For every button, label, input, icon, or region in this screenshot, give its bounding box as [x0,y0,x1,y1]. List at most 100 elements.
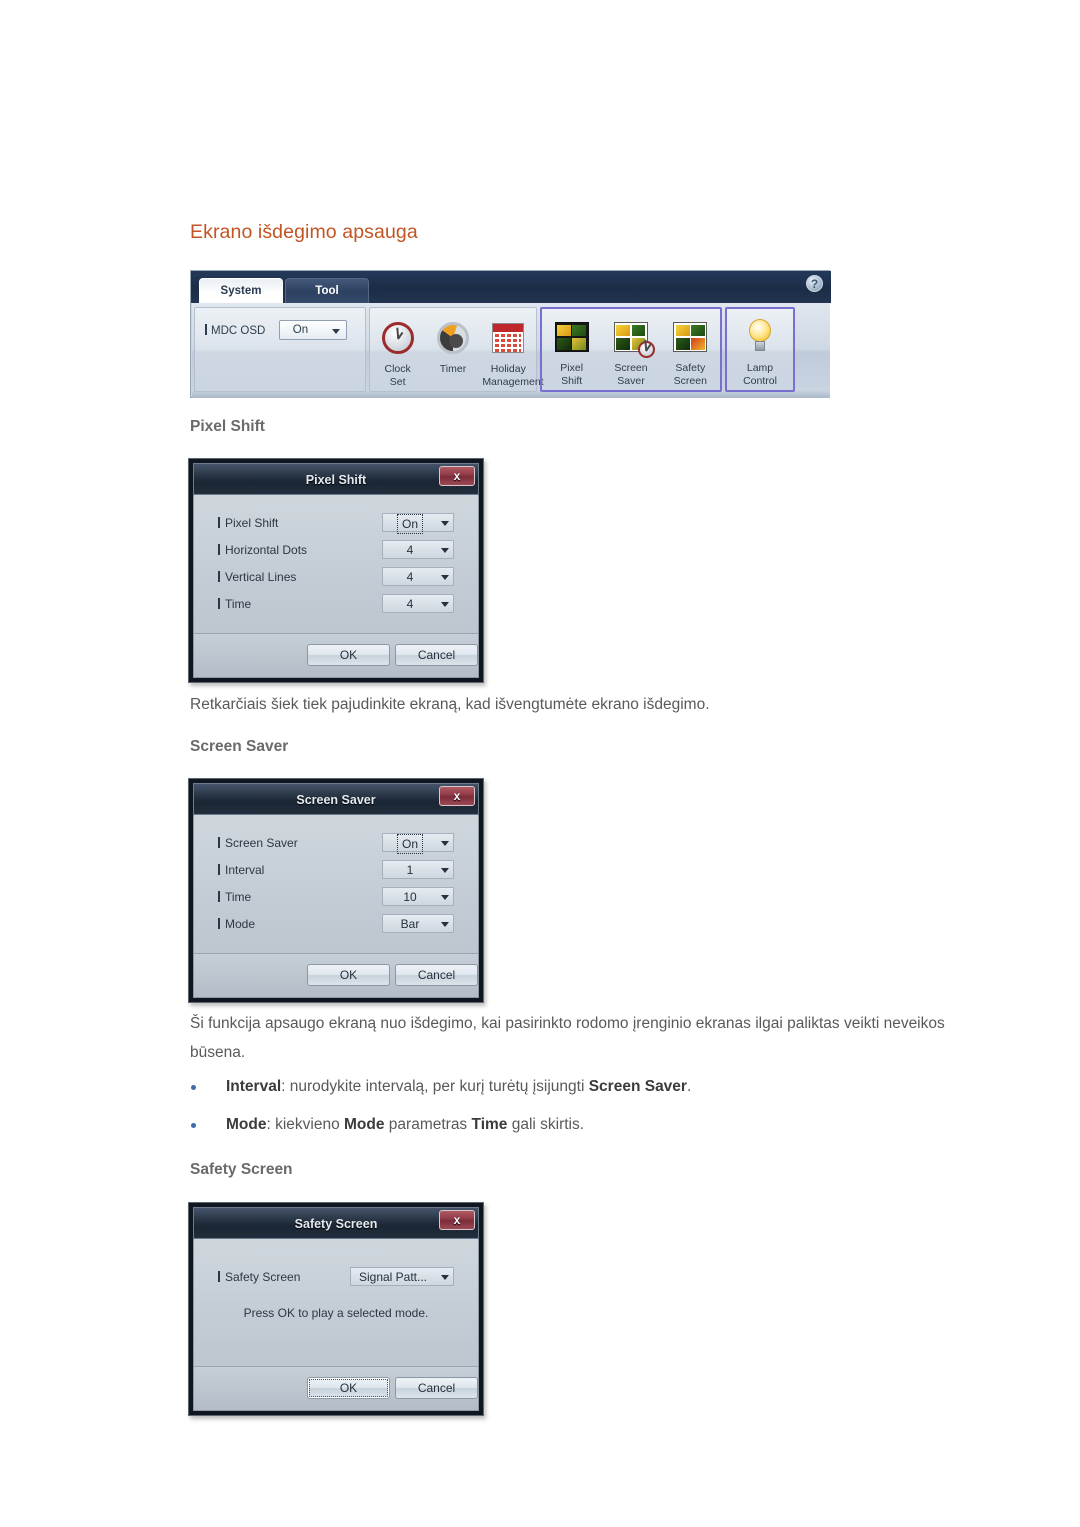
tab-system[interactable]: System [199,278,283,303]
chevron-down-icon [441,602,449,607]
cancel-button[interactable]: Cancel [395,964,478,986]
label-bar-icon [218,890,220,902]
mdc-window-frame: System Tool ? MDC OSD On Clock Set Timer… [190,270,831,398]
lamp-icon [734,313,786,361]
section-heading-pixel-shift: Pixel Shift [190,418,265,435]
ribbon-item-screen-saver[interactable]: Screen Saver [605,313,657,387]
close-icon[interactable]: x [439,1210,475,1230]
chevron-down-icon [441,868,449,873]
ribbon-item-clock-set[interactable]: Clock Set [372,314,424,388]
dropdown-interval[interactable]: 1 [382,860,454,879]
ribbon-item-screen-saver-line2: Saver [617,375,645,387]
dialog-screen-saver-footer: OK Cancel [194,953,478,997]
chevron-down-icon [441,548,449,553]
row-time: Time 4 [194,590,478,617]
dialog-screen-saver-body: Screen Saver On Interval 1 Time 10 Mode … [193,815,479,998]
bullet-2-text-before: : kiekvieno [266,1116,345,1133]
row-horizontal-dots: Horizontal Dots 4 [194,536,478,563]
ribbon-item-lamp-control[interactable]: Lamp Control [734,313,786,387]
row-safety-screen: Safety Screen Signal Patt... [194,1263,478,1290]
dialog-safety-screen-title: Safety Screen [294,1217,378,1231]
list-item: Interval: nurodykite intervalą, per kurį… [190,1075,1010,1099]
dropdown-horizontal-dots[interactable]: 4 [382,540,454,559]
bullet-1-emphasis: Screen Saver [588,1078,687,1095]
section-heading-safety-screen: Safety Screen [190,1161,293,1178]
list-item: Mode: kiekvieno Mode parametras Time gal… [190,1113,1010,1137]
ok-button[interactable]: OK [307,964,390,986]
label-bar-icon [218,597,220,609]
ribbon-item-pixel-shift[interactable]: Pixel Shift [546,313,598,387]
pixel-tiles-icon [546,313,598,361]
label-bar-icon [218,917,220,929]
dropdown-pixel-shift[interactable]: On [382,513,454,534]
ribbon-group-osd: MDC OSD On [194,307,366,392]
ribbon-item-timer-line1: Timer [439,363,467,375]
tab-tool[interactable]: Tool [285,278,369,303]
label-bar-icon [218,836,220,848]
saver-tiles-icon [605,313,657,361]
ribbon-item-timer[interactable]: Timer [427,314,479,376]
label-bar-icon [218,1270,220,1282]
dropdown-vertical-lines[interactable]: 4 [382,567,454,586]
row-pixel-shift: Pixel Shift On [194,509,478,536]
dropdown-time-value: 4 [406,597,414,611]
mdc-osd-value: On [292,324,309,336]
ribbon-item-lamp-control-line1: Lamp [746,362,774,374]
bullet-1-text-before: : nurodykite intervalą, per kurį turėtų … [281,1078,589,1095]
dialog-pixel-shift: Pixel Shift x Pixel Shift On Horizontal … [188,458,484,683]
dropdown-screen-saver[interactable]: On [382,833,454,854]
ok-button[interactable]: OK [307,644,390,666]
dropdown-safety-screen[interactable]: Signal Patt... [350,1267,454,1286]
dropdown-time[interactable]: 10 [382,887,454,906]
bullet-2-text-mid: parametras [384,1116,472,1133]
mdc-toolbar-figure: System Tool ? MDC OSD On Clock Set Timer… [190,270,831,398]
row-interval: Interval 1 [194,856,478,883]
ribbon-item-clock-set-line1: Clock [384,363,411,375]
dialog-screen-saver-titlebar: Screen Saver x [193,783,479,815]
ribbon-item-pixel-shift-line2: Shift [561,375,583,387]
chevron-down-icon [441,1275,449,1280]
close-icon[interactable]: x [439,466,475,486]
dropdown-pixel-shift-value: On [396,514,423,534]
dialog-safety-screen-footer: OK Cancel [194,1366,478,1410]
bullet-2-lead: Mode [226,1116,267,1133]
safety-tiles-icon [664,313,716,361]
help-icon[interactable]: ? [806,275,823,292]
label-bar-icon [205,323,207,335]
bullet-2-emphasis: Mode [344,1116,385,1133]
ribbon-group-time: Clock Set Timer Holiday Management [369,307,544,392]
dialog-screen-saver: Screen Saver x Screen Saver On Interval … [188,778,484,1003]
mdc-osd-dropdown[interactable]: On [278,320,347,340]
close-icon[interactable]: x [439,786,475,806]
ribbon-item-pixel-shift-line1: Pixel [560,362,584,374]
ribbon-group-lamp: Lamp Control [725,307,795,392]
ok-button[interactable]: OK [307,1377,390,1399]
row-safety-screen-label: Safety Screen [218,1270,300,1284]
bullet-dot-icon [191,1085,196,1090]
document-page: Ekrano išdegimo apsauga System Tool ? MD… [0,0,1080,1527]
clock-icon [372,314,424,362]
ribbon-item-safety-screen[interactable]: Safety Screen [664,313,716,387]
dialog-safety-screen-note: Press OK to play a selected mode. [243,1306,429,1320]
dropdown-time[interactable]: 4 [382,594,454,613]
ribbon-item-safety-screen-line1: Safety [675,362,706,374]
bullet-2-emphasis2: Time [471,1116,508,1133]
row-vertical-lines-label: Vertical Lines [218,570,296,584]
row-time: Time 10 [194,883,478,910]
page-title: Ekrano išdegimo apsauga [190,221,418,243]
dialog-safety-screen: Safety Screen x Safety Screen Signal Pat… [188,1202,484,1416]
ribbon-item-holiday-management[interactable]: Holiday Management [482,314,544,388]
chevron-down-icon [441,521,449,526]
dialog-pixel-shift-title: Pixel Shift [305,473,367,487]
cancel-button[interactable]: Cancel [395,644,478,666]
paragraph-pixel-shift: Retkarčiais šiek tiek pajudinkite ekraną… [190,696,710,713]
dropdown-time-value: 10 [403,890,417,904]
bullet-1-lead: Interval [226,1078,282,1095]
cancel-button[interactable]: Cancel [395,1377,478,1399]
ribbon-item-clock-set-line2: Set [389,376,406,388]
paragraph-screen-saver: Ši funkcija apsaugo ekraną nuo išdegimo,… [190,1015,945,1061]
dialog-pixel-shift-titlebar: Pixel Shift x [193,463,479,495]
chevron-down-icon [441,575,449,580]
label-bar-icon [218,570,220,582]
dropdown-mode[interactable]: Bar [382,914,454,933]
